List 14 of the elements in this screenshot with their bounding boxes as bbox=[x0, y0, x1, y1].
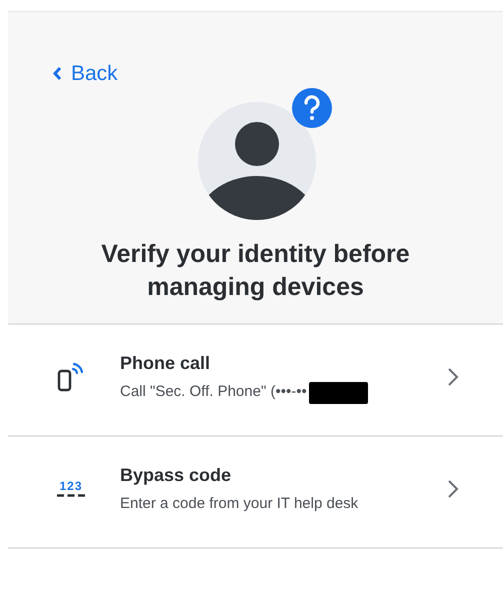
avatar-icon bbox=[198, 102, 316, 220]
help-icon bbox=[292, 88, 332, 128]
chevron-left-icon bbox=[52, 66, 62, 82]
page-heading: Verify your identity before managing devices bbox=[100, 238, 411, 302]
option-description: Call "Sec. Off. Phone" (•••-•• bbox=[120, 382, 307, 402]
chevron-right-icon bbox=[447, 479, 459, 499]
option-title: Bypass code bbox=[120, 464, 232, 488]
chevron-right-icon bbox=[447, 367, 459, 387]
option-row[interactable]: Phone call Call "Sec. Off. Phone" (•••-•• bbox=[8, 325, 503, 437]
option-title: Phone call bbox=[120, 352, 212, 376]
option-row[interactable]: 123 Bypass code Enter a code from your IT help desk bbox=[8, 437, 503, 549]
phone-signal-icon bbox=[57, 362, 85, 392]
back-link[interactable]: Back bbox=[52, 58, 118, 90]
option-description: Enter a code from your IT help desk bbox=[120, 494, 358, 514]
